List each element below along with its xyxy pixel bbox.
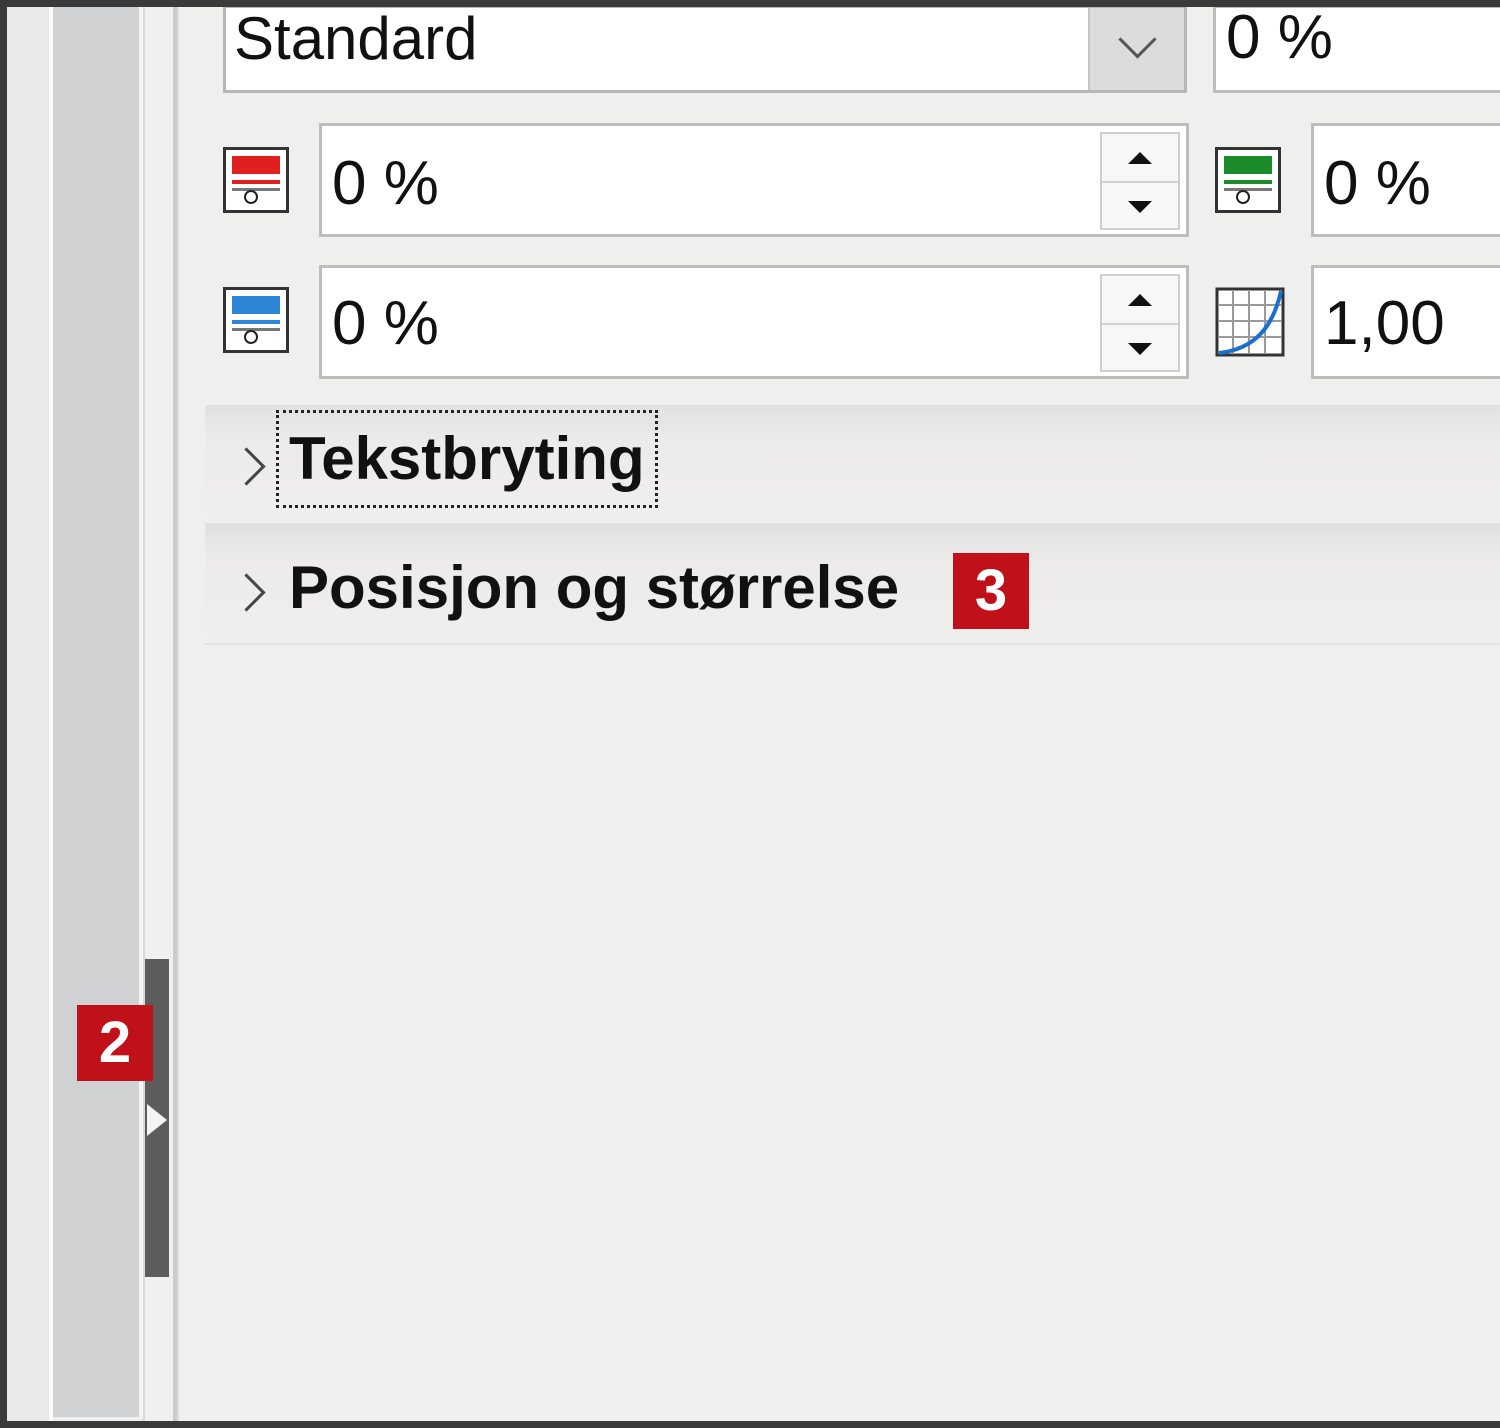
blue-decrease-button[interactable] bbox=[1102, 325, 1178, 372]
gamma-curve-icon bbox=[1215, 287, 1285, 357]
green-channel-icon bbox=[1215, 147, 1281, 213]
properties-panel: Standard 0 % 0 % 0 % 0 % 1,00 bbox=[177, 7, 1500, 1421]
arrow-down-icon bbox=[1128, 200, 1152, 213]
red-value-spinbox[interactable]: 0 % bbox=[319, 123, 1189, 237]
section-posisjon-og-storrelse[interactable]: Posisjon og størrelse 3 bbox=[205, 525, 1500, 645]
graphic-mode-value: Standard bbox=[234, 5, 478, 72]
section-label: Posisjon og størrelse bbox=[289, 554, 900, 621]
callout-badge-2: 2 bbox=[77, 1005, 153, 1081]
callout-badge-3: 3 bbox=[953, 553, 1029, 629]
chevron-right-icon bbox=[227, 447, 266, 486]
red-value: 0 % bbox=[332, 149, 439, 218]
transparency-field[interactable]: 0 % bbox=[1213, 3, 1500, 93]
dropdown-button[interactable] bbox=[1088, 8, 1184, 90]
blue-value: 0 % bbox=[332, 289, 439, 358]
section-tekstbryting[interactable]: Tekstbryting bbox=[205, 405, 1500, 525]
section-label: Tekstbryting bbox=[276, 410, 658, 508]
red-increase-button[interactable] bbox=[1102, 134, 1178, 183]
green-value: 0 % bbox=[1324, 149, 1431, 218]
red-decrease-button[interactable] bbox=[1102, 183, 1178, 230]
arrow-down-icon bbox=[1128, 342, 1152, 355]
sidebar-window: 2 Standard 0 % 0 % 0 % 0 % 1,00 Tekstbry… bbox=[0, 0, 1500, 1428]
red-channel-icon bbox=[223, 147, 289, 213]
blue-channel-icon bbox=[223, 287, 289, 353]
arrow-up-icon bbox=[1128, 151, 1152, 164]
arrow-up-icon bbox=[1128, 293, 1152, 306]
gamma-value: 1,00 bbox=[1324, 289, 1445, 358]
gamma-value-field[interactable]: 1,00 bbox=[1311, 265, 1500, 379]
chevron-down-icon bbox=[1117, 19, 1157, 59]
deck-tab-bar bbox=[53, 7, 143, 1417]
blue-value-spinbox[interactable]: 0 % bbox=[319, 265, 1189, 379]
blue-spinner bbox=[1100, 274, 1180, 372]
green-value-spinbox[interactable]: 0 % bbox=[1311, 123, 1500, 237]
graphic-mode-dropdown[interactable]: Standard bbox=[223, 5, 1187, 93]
left-edge-strip bbox=[7, 7, 53, 1421]
chevron-right-icon bbox=[227, 573, 266, 612]
expand-arrow-icon[interactable] bbox=[147, 1104, 167, 1136]
blue-increase-button[interactable] bbox=[1102, 276, 1178, 325]
transparency-value: 0 % bbox=[1226, 3, 1333, 72]
red-spinner bbox=[1100, 132, 1180, 230]
